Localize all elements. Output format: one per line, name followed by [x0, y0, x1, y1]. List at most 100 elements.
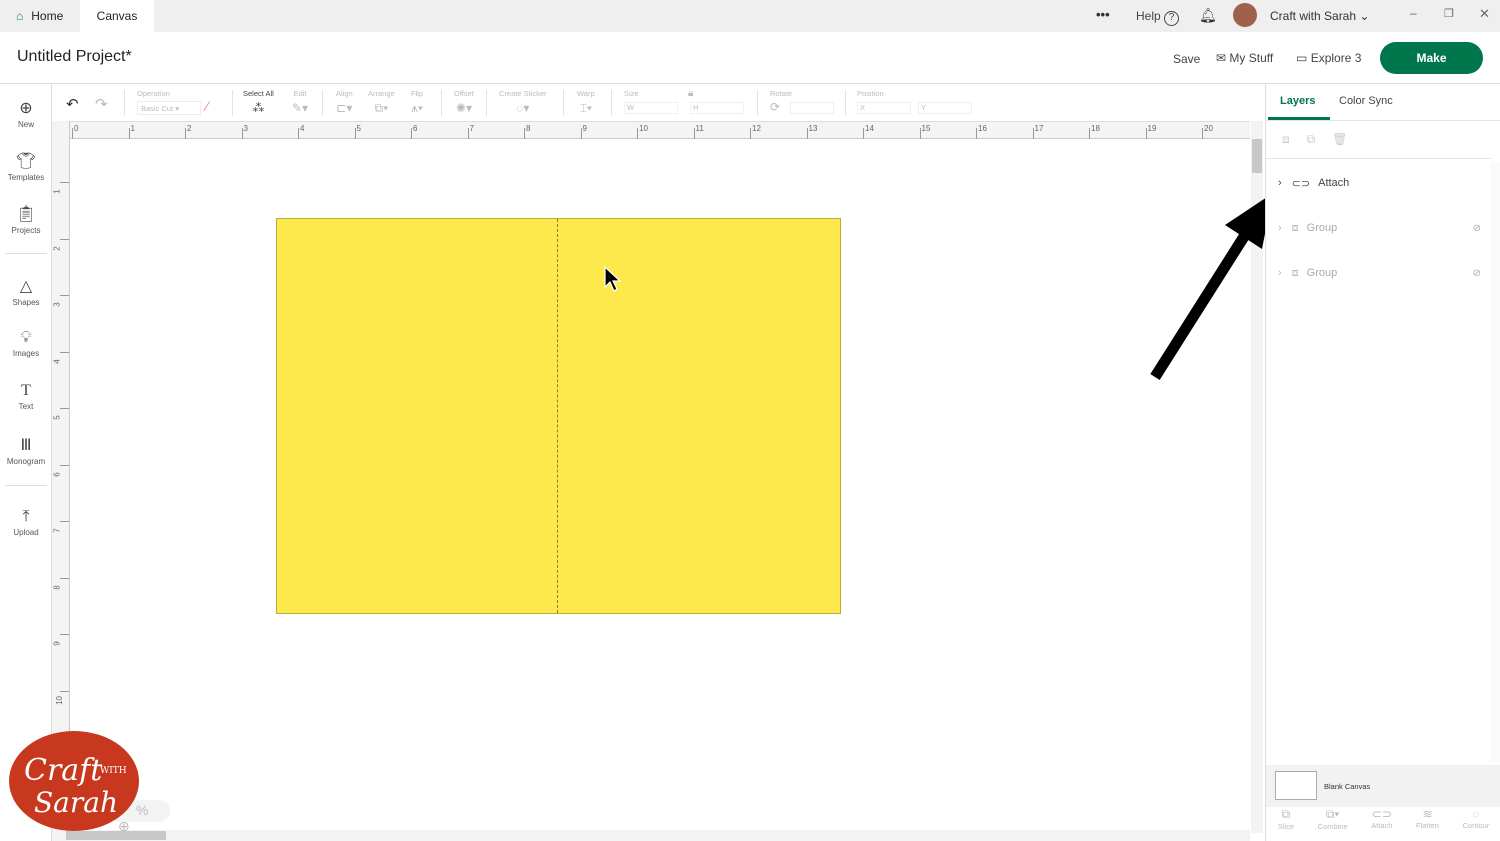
bell-icon[interactable]: 🔔︎	[1199, 7, 1217, 24]
chevron-right-icon[interactable]: ›	[1278, 222, 1282, 234]
avatar[interactable]	[1233, 3, 1257, 27]
sidebar-item-upload[interactable]: ⤒ Upload	[0, 508, 52, 537]
pen-color-icon[interactable]: ⁄	[206, 98, 208, 114]
offset-button[interactable]: Offset ✺▾	[454, 89, 474, 115]
hidden-eye-icon[interactable]: ⊘	[1473, 268, 1481, 279]
select-all-button[interactable]: Select All ⁂	[243, 89, 274, 115]
ruler-tick-label: 12	[752, 124, 761, 133]
help-button[interactable]: Help ?	[1136, 9, 1180, 26]
h-label: H	[693, 103, 699, 112]
account-name: Craft with Sarah	[1270, 9, 1357, 23]
restore-button[interactable]: ❐	[1444, 7, 1454, 20]
edit-button[interactable]: Edit ✎▾	[292, 89, 308, 115]
undo-button[interactable]: ↶	[66, 95, 79, 113]
align-button[interactable]: Align ⊏▾	[336, 89, 353, 115]
layers-panel: Layers Color Sync ⧈⧉🗑︎ › ⊂⊃ Attach › ⧈ Group…	[1265, 84, 1500, 841]
redo-button[interactable]: ↷	[95, 95, 108, 113]
rotate-label: Rotate	[770, 89, 793, 98]
ruler-tick	[1202, 128, 1203, 139]
sidebar-item-text[interactable]: T Text	[0, 382, 52, 411]
hidden-eye-icon[interactable]: ⊘	[1473, 223, 1481, 234]
scrollbar-thumb[interactable]	[66, 831, 166, 840]
layer-attach[interactable]: › ⊂⊃ Attach	[1266, 163, 1491, 203]
ruler-tick	[1145, 128, 1147, 139]
ruler-tick	[863, 128, 864, 139]
layer-group[interactable]: › ⧈ Group ⊘	[1266, 253, 1491, 293]
machine-icon: ▭	[1296, 51, 1308, 65]
divider	[5, 253, 47, 254]
sidebar-item-templates[interactable]: 👕︎ Templates	[0, 151, 52, 182]
trash-icon[interactable]: 🗑︎	[1332, 132, 1364, 146]
score-line[interactable]	[557, 219, 558, 613]
sidebar-label: Monogram	[6, 457, 46, 466]
ruler-tick-label: 20	[1204, 124, 1213, 133]
width-input[interactable]: W	[624, 102, 678, 114]
more-menu-button[interactable]: •••	[1096, 7, 1110, 22]
flip-label: Flip	[411, 89, 424, 98]
flatten-button[interactable]: ≋ Flatten	[1416, 807, 1439, 841]
contour-button[interactable]: ◌ Contour	[1463, 807, 1490, 841]
tab-layers[interactable]: Layers	[1280, 95, 1315, 107]
arrange-button[interactable]: Arrange ⧉▾	[368, 89, 395, 116]
ruler-tick	[580, 128, 582, 139]
machine-select[interactable]: ▭ Explore 3	[1296, 51, 1361, 65]
canvas-shape[interactable]	[276, 218, 841, 614]
divider	[611, 90, 612, 116]
ruler-tick-label: 11	[695, 124, 704, 133]
flip-button[interactable]: Flip ⩚▾	[411, 89, 423, 116]
combine-button[interactable]: ⧉▾ Combine	[1318, 807, 1348, 841]
blank-canvas-row[interactable]: Blank Canvas	[1266, 765, 1500, 807]
warp-button[interactable]: Warp ⌶▾	[577, 89, 595, 116]
tab-home[interactable]: ⌂ Home	[0, 0, 79, 32]
ruler-tick-label: 14	[865, 124, 874, 133]
x-input[interactable]: X	[857, 102, 911, 114]
project-title: Untitled Project*	[17, 48, 132, 65]
chevron-down-icon: ⌄	[1359, 9, 1370, 23]
create-sticker-button[interactable]: Create Sticker ◌▾	[499, 89, 547, 115]
ruler-tick-label: 16	[978, 124, 987, 133]
align-icon: ⊏▾	[336, 101, 353, 115]
tab-color-sync[interactable]: Color Sync	[1339, 95, 1393, 107]
my-stuff-button[interactable]: ✉ My Stuff	[1216, 51, 1273, 65]
rotate-input[interactable]	[790, 102, 834, 114]
sidebar-item-projects[interactable]: 📋︎ Projects	[0, 204, 52, 235]
ruler-tick-label: 15	[921, 124, 931, 133]
svg-text:Sarah: Sarah	[34, 786, 118, 819]
panel-bottom-actions: ⧉ Slice ⧉▾ Combine ⊂⊃ Attach ≋ Flatten ◌ Cont…	[1266, 807, 1500, 841]
sidebar-item-monogram[interactable]: Ⅲ Monogram	[0, 435, 52, 466]
ruler-tick	[524, 128, 525, 139]
scrollbar-thumb[interactable]	[1252, 139, 1262, 173]
chevron-right-icon[interactable]: ›	[1278, 267, 1282, 279]
sidebar-item-images[interactable]: 💡︎ Images	[0, 329, 52, 358]
ruler-tick-label: 8	[526, 124, 531, 133]
divider	[5, 485, 47, 486]
horizontal-scrollbar[interactable]	[52, 830, 1250, 841]
slice-button[interactable]: ⧉ Slice	[1278, 807, 1294, 841]
operation-select[interactable]: Basic Cut ▾	[137, 101, 201, 115]
tab-canvas[interactable]: Canvas	[80, 0, 154, 32]
ruler-tick	[60, 295, 69, 296]
ruler-tick-label: 10	[54, 695, 64, 705]
height-input[interactable]: H	[690, 102, 744, 114]
horizontal-ruler: 0 1 2 3 4 5 6 7 8 9 10 11 12 13 14 15 16 17 18 19 20	[70, 121, 1250, 139]
save-button[interactable]: Save	[1173, 52, 1200, 66]
make-button[interactable]: Make	[1380, 42, 1483, 74]
layer-group[interactable]: › ⧈ Group ⊘	[1266, 208, 1491, 248]
duplicate-icon[interactable]: ⧉	[1307, 132, 1333, 146]
sidebar-item-new[interactable]: ⊕ New	[0, 98, 52, 129]
lock-icon[interactable]: 🔒︎	[688, 88, 693, 99]
contour-icon: ◌	[1472, 807, 1480, 821]
ruler-tick	[241, 128, 243, 139]
ruler-tick	[128, 128, 130, 139]
close-button[interactable]: ✕	[1479, 6, 1490, 22]
attach-button[interactable]: ⊂⊃ Attach	[1371, 807, 1392, 841]
panel-scrollbar[interactable]	[1491, 162, 1500, 762]
sidebar-item-shapes[interactable]: △ Shapes	[0, 276, 52, 307]
ruler-tick-label: 4	[300, 124, 305, 133]
group-icon[interactable]: ⧈	[1282, 132, 1307, 146]
chevron-right-icon[interactable]: ›	[1278, 177, 1282, 189]
operation-label: Operation	[137, 89, 170, 98]
minimize-button[interactable]: –	[1410, 6, 1417, 20]
account-menu[interactable]: Craft with Sarah ⌄	[1270, 9, 1369, 23]
y-input[interactable]: Y	[918, 102, 972, 114]
